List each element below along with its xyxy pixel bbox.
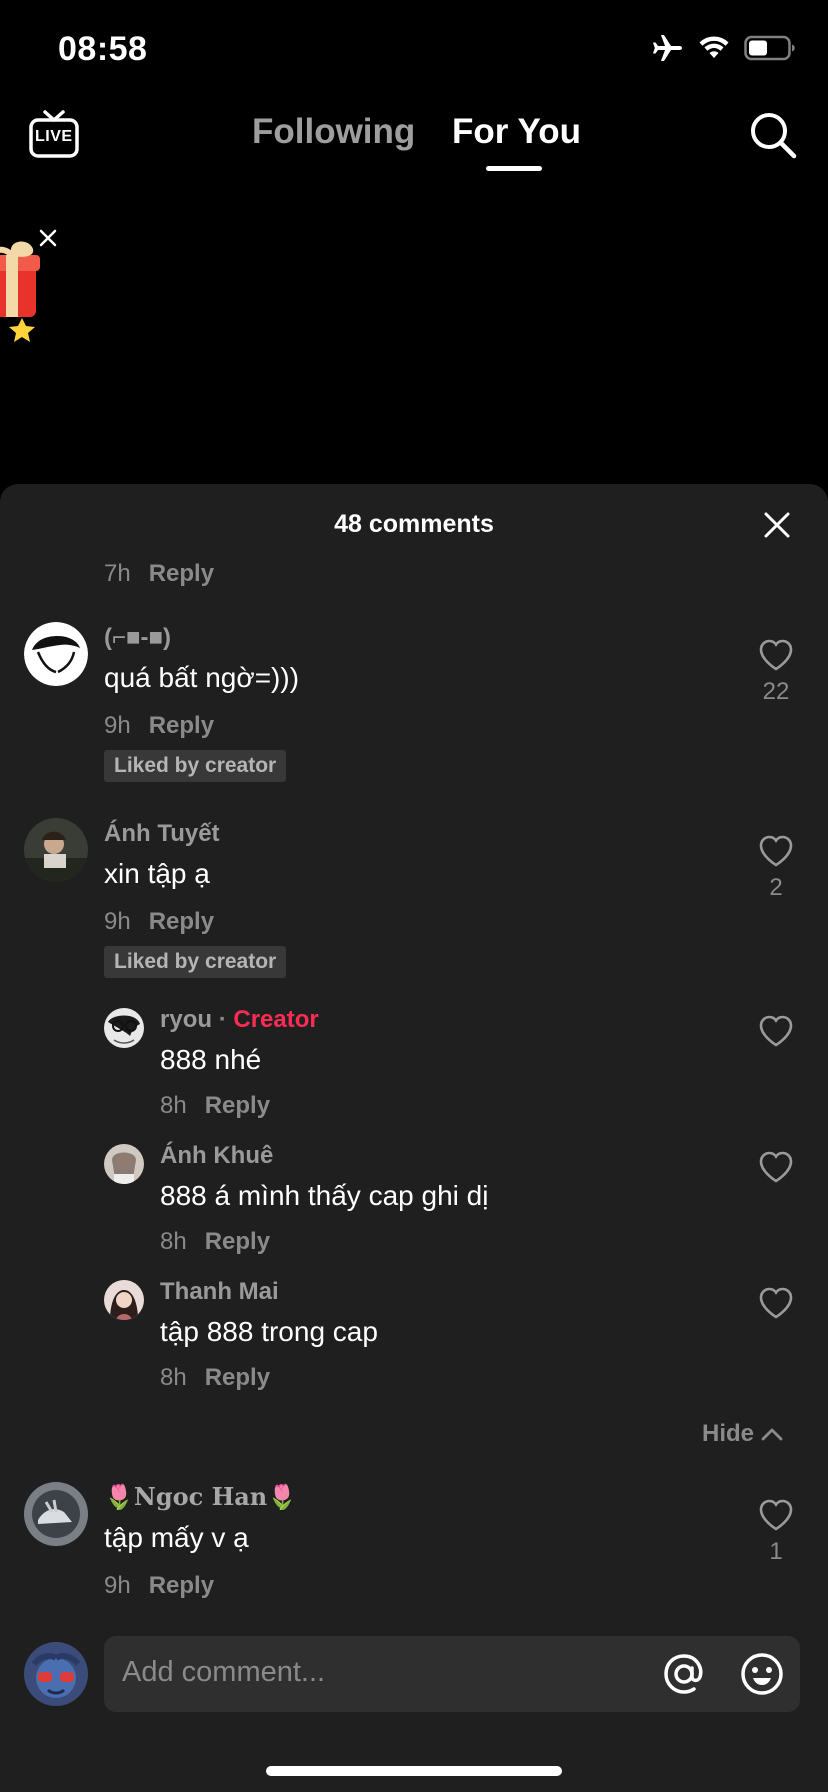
home-indicator[interactable] <box>266 1766 562 1776</box>
close-icon <box>39 229 57 247</box>
reply-meta: 8h Reply <box>160 1092 270 1120</box>
like-button[interactable] <box>754 1150 798 1184</box>
emoji-button[interactable] <box>738 1650 786 1698</box>
separator-dot: · <box>218 1006 227 1033</box>
reply-text: tập 888 trong cap <box>160 1316 378 1347</box>
live-button[interactable]: LIVE <box>28 108 80 160</box>
avatar[interactable] <box>104 1144 144 1184</box>
comment-input[interactable]: Add comment... <box>104 1636 800 1712</box>
comment-meta: 9h Reply <box>104 712 214 740</box>
heart-icon <box>759 835 793 867</box>
status-time: 08:58 <box>58 30 148 68</box>
close-icon <box>764 512 790 538</box>
liked-by-creator-badge: Liked by creator <box>104 946 287 978</box>
hide-replies-button[interactable]: Hide <box>702 1420 784 1448</box>
heart-icon <box>759 1499 793 1531</box>
close-comments-button[interactable] <box>762 510 792 540</box>
creator-tag: Creator <box>233 1006 319 1033</box>
comment-time: 7h <box>104 560 131 587</box>
comments-count-title: 48 comments <box>334 510 494 538</box>
avatar[interactable] <box>24 818 88 882</box>
wifi-icon <box>699 36 729 58</box>
reply-button[interactable]: Reply <box>149 908 214 935</box>
comment-username[interactable]: Ánh Tuyết <box>104 820 220 848</box>
like-count: 2 <box>769 874 783 901</box>
at-icon <box>664 1654 703 1694</box>
reply-button[interactable]: Reply <box>149 712 214 739</box>
chevron-up-icon <box>761 1428 783 1441</box>
my-avatar[interactable] <box>24 1642 88 1706</box>
heart-icon <box>759 1015 793 1047</box>
hide-label: Hide <box>701 1420 754 1447</box>
like-button[interactable] <box>754 1286 798 1320</box>
tab-for-you[interactable]: For You <box>452 112 581 152</box>
comment-text: xin tập ạ <box>104 858 210 889</box>
reply-username[interactable]: Thanh Mai <box>160 1278 279 1306</box>
heart-icon <box>759 1287 793 1319</box>
mention-button[interactable] <box>660 1650 708 1698</box>
reply-text: 888 á mình thấy cap ghi dị <box>160 1180 489 1211</box>
tab-following[interactable]: Following <box>252 112 415 152</box>
comments-sheet: 48 comments 7h Reply (⌐■-■) quá bất ngờ=)… <box>0 484 828 1792</box>
active-tab-indicator <box>486 166 542 171</box>
comment-meta: 7h Reply <box>104 560 214 588</box>
comment-text: tập mấy v ạ <box>104 1522 249 1553</box>
reply-button[interactable]: Reply <box>149 1572 214 1599</box>
avatar[interactable] <box>104 1008 144 1048</box>
emoji-icon <box>741 1653 783 1695</box>
like-button[interactable]: 2 <box>754 834 798 902</box>
comment-time: 9h <box>104 1572 131 1599</box>
comment-time: 9h <box>104 908 131 935</box>
comment-username[interactable]: 🌷Ngoc Han🌷 <box>104 1482 297 1511</box>
search-button[interactable] <box>748 110 798 160</box>
avatar[interactable] <box>104 1280 144 1320</box>
gift-close-button[interactable] <box>36 226 60 250</box>
battery-icon <box>744 35 795 61</box>
reply-button[interactable]: Reply <box>205 1364 270 1391</box>
reply-time: 8h <box>160 1228 187 1255</box>
avatar[interactable] <box>24 1482 88 1546</box>
heart-icon <box>759 1151 793 1183</box>
search-icon <box>751 113 797 159</box>
reply-meta: 8h Reply <box>160 1228 270 1256</box>
comment-meta: 9h Reply <box>104 1572 214 1600</box>
comment-input-placeholder: Add comment... <box>122 1656 326 1688</box>
live-label: LIVE <box>35 128 73 145</box>
heart-icon <box>759 639 793 671</box>
reply-text: 888 nhé <box>160 1044 262 1075</box>
liked-by-creator-badge: Liked by creator <box>104 750 287 782</box>
comment-username[interactable]: (⌐■-■) <box>104 624 171 652</box>
like-button[interactable]: 22 <box>754 638 798 706</box>
reply-username-row: ryou · Creator <box>160 1006 319 1034</box>
comment-time: 9h <box>104 712 131 739</box>
like-button[interactable] <box>754 1014 798 1048</box>
airplane-icon <box>653 35 682 61</box>
reply-button[interactable]: Reply <box>205 1228 270 1255</box>
avatar[interactable] <box>24 622 88 686</box>
reply-username[interactable]: Ánh Khuê <box>160 1142 273 1170</box>
like-count: 22 <box>762 678 790 705</box>
like-count: 1 <box>769 1538 783 1565</box>
reply-meta: 8h Reply <box>160 1364 270 1392</box>
reply-time: 8h <box>160 1092 187 1119</box>
reply-button[interactable]: Reply <box>205 1092 270 1119</box>
reply-button[interactable]: Reply <box>149 560 214 587</box>
like-button[interactable]: 1 <box>754 1498 798 1566</box>
reply-time: 8h <box>160 1364 187 1391</box>
status-icons <box>652 34 796 62</box>
comment-text: quá bất ngờ=))) <box>104 662 300 693</box>
comment-meta: 9h Reply <box>104 908 214 936</box>
reply-username[interactable]: ryou <box>160 1006 212 1033</box>
